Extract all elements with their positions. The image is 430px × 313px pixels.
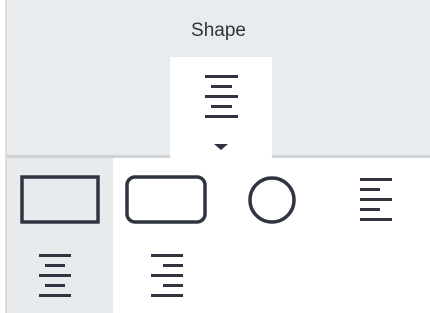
shape-panel: Shape <box>0 0 430 313</box>
rectangle-shape-icon <box>20 175 100 224</box>
text-align-right-icon <box>151 254 183 297</box>
align-center-option[interactable] <box>7 236 113 313</box>
circle-shape-option[interactable] <box>219 158 325 236</box>
text-align-center-icon <box>39 254 71 297</box>
text-align-left-icon <box>360 178 392 221</box>
text-align-center-icon <box>205 75 238 118</box>
rounded-rectangle-shape-icon <box>125 175 207 224</box>
shape-header: Shape <box>7 0 430 158</box>
align-right-option[interactable] <box>113 236 219 313</box>
panel-title: Shape <box>191 20 246 41</box>
rounded-rectangle-shape-option[interactable] <box>113 158 219 236</box>
caret-down-icon <box>214 144 228 150</box>
shape-options-grid <box>7 158 430 313</box>
rectangle-shape-option[interactable] <box>7 158 113 236</box>
shape-dropdown-button[interactable] <box>170 57 272 158</box>
circle-shape-icon <box>248 176 296 224</box>
align-left-option[interactable] <box>325 158 430 236</box>
